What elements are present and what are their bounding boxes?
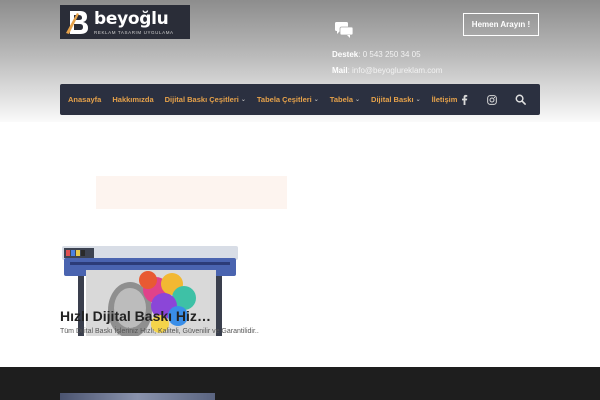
brand-tagline: REKLAM TASARIM UYGULAMA	[94, 29, 174, 35]
chevron-down-icon: ⌄	[355, 97, 361, 103]
nav-menu: Anasayfa Hakkımızda Dijital Baskı Çeşitl…	[60, 95, 468, 104]
nav-item-tabela-cesitleri[interactable]: Tabela Çeşitleri ⌄	[257, 95, 319, 104]
nav-item-dijital-baski[interactable]: Dijital Baskı ⌄	[371, 95, 421, 104]
support-label: Destek	[332, 50, 359, 59]
chevron-down-icon: ⌄	[240, 97, 246, 103]
brand-logo[interactable]: beyoğlu REKLAM TASARIM UYGULAMA	[60, 5, 190, 39]
card-title[interactable]: Hızlı Dijital Baskı Hizmetleri	[60, 308, 220, 324]
search-icon[interactable]	[514, 94, 526, 106]
logo-b-mark-icon	[66, 11, 88, 34]
nav-item-label: Anasayfa	[68, 95, 102, 104]
nav-item-label: Tabela Çeşitleri	[256, 95, 312, 104]
call-now-button[interactable]: Hemen Arayın !	[463, 13, 539, 36]
nav-item-label: Tabela	[329, 95, 353, 104]
nav-item-dijital-baski-cesitleri[interactable]: Dijital Baskı Çeşitleri ⌄	[165, 95, 246, 104]
faded-slider-banner	[96, 176, 287, 209]
card-description: Tüm Dijital Baskı İşleriniz Hızlı, Kalit…	[60, 328, 259, 335]
chevron-down-icon: ⌄	[415, 97, 421, 103]
support-phone: Destek: 0 543 250 34 05	[332, 50, 421, 59]
nav-item-label: Hakkımızda	[112, 95, 154, 104]
footer-thumbnail[interactable]	[60, 393, 215, 400]
support-mail: Mail: info@beyoglureklam.com	[332, 66, 442, 75]
mail-label: Mail	[332, 66, 348, 75]
brand-name: beyoğlu	[94, 8, 169, 29]
nav-social-icons	[458, 84, 540, 115]
facebook-icon[interactable]	[458, 94, 470, 106]
instagram-icon[interactable]	[486, 94, 498, 106]
chevron-down-icon: ⌄	[313, 97, 319, 103]
nav-item-anasayfa[interactable]: Anasayfa	[68, 95, 101, 104]
mail-value[interactable]: : info@beyoglureklam.com	[348, 66, 443, 75]
chat-bubbles-icon	[335, 22, 353, 38]
support-value: : 0 543 250 34 05	[358, 50, 421, 59]
main-navbar: Anasayfa Hakkımızda Dijital Baskı Çeşitl…	[60, 84, 540, 115]
nav-item-label: Dijital Baskı Çeşitleri	[164, 95, 239, 104]
nav-item-label: Dijital Baskı	[371, 95, 414, 104]
nav-item-tabela[interactable]: Tabela ⌄	[330, 95, 360, 104]
nav-item-label: İletişim	[431, 95, 458, 104]
nav-item-iletisim[interactable]: İletişim	[432, 95, 458, 104]
nav-item-hakkimizda[interactable]: Hakkımızda	[112, 95, 153, 104]
